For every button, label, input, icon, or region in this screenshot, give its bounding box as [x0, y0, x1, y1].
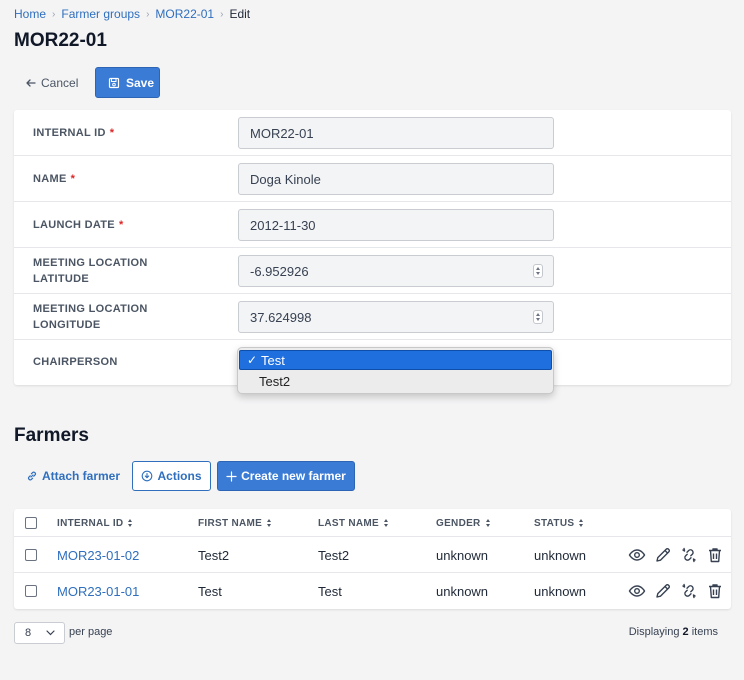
pencil-icon[interactable]: [654, 582, 672, 600]
row-actions: [628, 582, 724, 600]
form-row-internal-id: INTERNAL ID *: [14, 110, 731, 156]
row-actions: [628, 546, 724, 564]
save-label: Save: [126, 75, 155, 90]
per-page-label: per page: [69, 626, 113, 638]
save-icon: [108, 77, 120, 88]
row-checkbox[interactable]: [25, 585, 37, 597]
farmer-first-name: Test: [198, 583, 222, 599]
required-marker: *: [109, 127, 115, 139]
actions-label: Actions: [157, 469, 202, 483]
plus-icon: [226, 470, 237, 482]
displaying-count: Displaying 2 items: [628, 626, 718, 638]
chevron-down-icon: [46, 630, 55, 636]
farmer-gender: unknown: [436, 547, 489, 563]
farmer-gender: unknown: [436, 583, 489, 599]
sort-icon: [485, 519, 490, 527]
table-header: INTERNAL ID FIRST NAME LAST NAME GENDER …: [14, 509, 731, 537]
farmer-internal-id-link[interactable]: MOR23-01-01: [57, 573, 139, 609]
checkmark-icon: ✓: [246, 353, 258, 367]
breadcrumb-farmer-groups[interactable]: Farmer groups: [61, 7, 140, 21]
select-all-checkbox[interactable]: [25, 517, 37, 529]
breadcrumb-group[interactable]: MOR22-01: [155, 7, 214, 21]
field-label: MEETING LOCATION LATITUDE: [33, 257, 148, 285]
form-row-latitude: MEETING LOCATION LATITUDE -6.952926: [14, 248, 731, 294]
eye-icon[interactable]: [628, 546, 646, 564]
sort-icon: [384, 519, 389, 527]
form-row-longitude: MEETING LOCATION LONGITUDE 37.624998: [14, 294, 731, 340]
farmer-internal-id-link[interactable]: MOR23-01-02: [57, 537, 139, 573]
attach-farmer-button[interactable]: Attach farmer: [18, 461, 124, 491]
sort-icon: [267, 519, 272, 527]
breadcrumb-home[interactable]: Home: [14, 7, 46, 21]
launch-date-input[interactable]: [238, 209, 554, 241]
column-header-gender[interactable]: GENDER: [436, 509, 490, 537]
name-input[interactable]: [238, 163, 554, 195]
required-marker: *: [118, 219, 124, 231]
farmer-last-name: Test: [318, 583, 342, 599]
breadcrumb: Home › Farmer groups › MOR22-01 › Edit: [14, 7, 250, 21]
farmer-first-name: Test2: [198, 547, 230, 563]
trash-icon[interactable]: [706, 582, 724, 600]
trash-icon[interactable]: [706, 546, 724, 564]
eye-icon[interactable]: [628, 582, 646, 600]
field-label: NAME *: [33, 173, 76, 185]
farmers-section-title: Farmers: [14, 425, 89, 446]
farmer-status: unknown: [534, 547, 587, 563]
per-page-value: 8: [25, 627, 32, 639]
per-page-select[interactable]: 8: [14, 622, 65, 644]
table-row: MOR23-01-01 Test Test unknown unknown: [14, 573, 731, 609]
table-row: MOR23-01-02 Test2 Test2 unknown unknown: [14, 537, 731, 573]
cancel-button[interactable]: Cancel: [15, 68, 87, 97]
field-label: MEETING LOCATION LONGITUDE: [33, 303, 148, 331]
save-button[interactable]: Save: [95, 67, 160, 98]
chairperson-option-test2[interactable]: Test2: [239, 371, 552, 391]
chairperson-select-dropdown[interactable]: ✓ Test Test2: [237, 347, 554, 394]
farmer-status: unknown: [534, 583, 587, 599]
edit-form: INTERNAL ID* NAME* LAUNCH DATE* MEETING …: [14, 110, 731, 385]
chevron-right-icon: ›: [220, 8, 224, 20]
internal-id-input[interactable]: [238, 117, 554, 149]
unlink-icon[interactable]: [680, 582, 698, 600]
actions-button[interactable]: Actions: [132, 461, 211, 491]
number-stepper-icon[interactable]: [533, 310, 543, 324]
form-row-launch-date: LAUNCH DATE *: [14, 202, 731, 248]
create-farmer-label: Create new farmer: [241, 469, 346, 483]
link-icon: [27, 471, 37, 481]
number-stepper-icon[interactable]: [533, 264, 543, 278]
sort-icon: [128, 519, 133, 527]
sort-icon: [579, 519, 584, 527]
chevron-right-icon: ›: [52, 8, 56, 20]
cancel-label: Cancel: [41, 75, 79, 90]
page-title: MOR22-01: [14, 30, 107, 51]
unlink-icon[interactable]: [680, 546, 698, 564]
column-header-first-name[interactable]: FIRST NAME: [198, 509, 272, 537]
latitude-input[interactable]: -6.952926: [238, 255, 554, 287]
field-label: CHAIRPERSON: [33, 356, 118, 368]
create-farmer-button[interactable]: Create new farmer: [217, 461, 355, 491]
farmers-table: INTERNAL ID FIRST NAME LAST NAME GENDER …: [14, 509, 731, 609]
field-label: INTERNAL ID *: [33, 127, 115, 139]
attach-farmer-label: Attach farmer: [42, 469, 121, 483]
download-circle-icon: [142, 470, 153, 482]
column-header-internal-id[interactable]: INTERNAL ID: [57, 509, 133, 537]
arrow-left-icon: [26, 78, 36, 87]
breadcrumb-current: Edit: [229, 7, 251, 21]
column-header-last-name[interactable]: LAST NAME: [318, 509, 389, 537]
farmer-last-name: Test2: [318, 547, 350, 563]
chevron-right-icon: ›: [146, 8, 150, 20]
pencil-icon[interactable]: [654, 546, 672, 564]
form-row-name: NAME *: [14, 156, 731, 202]
longitude-value: 37.624998: [250, 309, 312, 325]
required-marker: *: [70, 173, 76, 185]
latitude-value: -6.952926: [250, 263, 309, 279]
chairperson-option-test[interactable]: ✓ Test: [239, 350, 552, 370]
longitude-input[interactable]: 37.624998: [238, 301, 554, 333]
column-header-status[interactable]: STATUS: [534, 509, 584, 537]
row-checkbox[interactable]: [25, 549, 37, 561]
field-label: LAUNCH DATE *: [33, 219, 124, 231]
